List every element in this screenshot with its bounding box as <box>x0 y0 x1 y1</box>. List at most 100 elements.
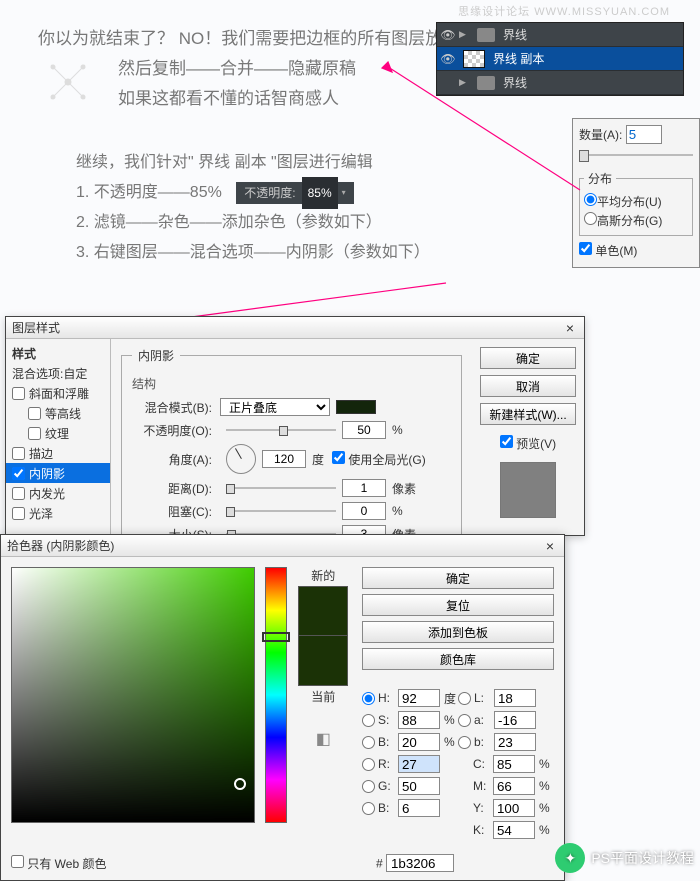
g-input[interactable] <box>398 777 440 795</box>
l-radio[interactable] <box>458 692 471 705</box>
slider-knob[interactable] <box>226 507 235 517</box>
amount-input[interactable] <box>626 125 662 144</box>
bevel-checkbox[interactable] <box>12 387 25 400</box>
reset-button[interactable]: 复位 <box>362 594 554 616</box>
cancel-button[interactable]: 取消 <box>480 375 576 397</box>
m-input[interactable] <box>493 777 535 795</box>
b2-row: B: <box>362 799 458 817</box>
opacity-chip[interactable]: 不透明度: 85% ▾ <box>236 182 353 204</box>
layers-panel[interactable]: 👁 ▶ 界线 👁 界线 副本 ▶ 界线 <box>436 22 684 96</box>
dialog-titlebar[interactable]: 图层样式 × <box>6 317 584 339</box>
hue-strip[interactable] <box>265 567 286 823</box>
dialog-titlebar[interactable]: 拾色器 (内阴影颜色) × <box>1 535 564 557</box>
preview-checkbox[interactable] <box>500 435 513 448</box>
slider-knob[interactable] <box>579 150 589 162</box>
lab-b-radio[interactable] <box>458 736 471 749</box>
gaussian-radio[interactable] <box>584 212 597 225</box>
hue-slider[interactable] <box>262 632 289 642</box>
h-radio[interactable] <box>362 692 375 705</box>
watermark: 思缘设计论坛 WWW.MISSYUAN.COM <box>458 3 670 19</box>
distance-value[interactable] <box>342 479 386 497</box>
s-input[interactable] <box>398 711 440 729</box>
shadow-color-swatch[interactable] <box>336 400 376 414</box>
satin-checkbox[interactable] <box>12 507 25 520</box>
global-light-checkbox[interactable] <box>332 451 345 464</box>
close-icon[interactable]: × <box>562 320 578 336</box>
a-radio[interactable] <box>458 714 471 727</box>
color-library-button[interactable]: 颜色库 <box>362 648 554 670</box>
choke-value[interactable] <box>342 502 386 520</box>
global-light-option[interactable]: 使用全局光(G) <box>332 451 426 468</box>
expand-icon[interactable]: ▶ <box>459 77 473 88</box>
blend-options-row[interactable]: 混合选项:自定 <box>6 363 110 383</box>
inner-glow-row[interactable]: 内发光 <box>6 483 110 503</box>
b-rgb-radio[interactable] <box>362 802 375 815</box>
layer-row-group-top[interactable]: 👁 ▶ 界线 <box>437 23 683 47</box>
inner-shadow-row[interactable]: 内阴影 <box>6 463 110 483</box>
c-input[interactable] <box>493 755 535 773</box>
satin-row[interactable]: 光泽 <box>6 503 110 523</box>
add-swatch-button[interactable]: 添加到色板 <box>362 621 554 643</box>
visibility-icon[interactable]: 👁 <box>437 52 459 66</box>
monochrome-checkbox[interactable] <box>579 242 592 255</box>
hex-input[interactable] <box>386 854 454 872</box>
web-only-option[interactable]: 只有 Web 颜色 <box>11 855 106 872</box>
color-field[interactable] <box>11 567 255 823</box>
uniform-option[interactable]: 平均分布(U) <box>584 193 688 210</box>
slider-knob[interactable] <box>279 426 288 436</box>
opacity-slider[interactable] <box>226 423 336 437</box>
g-radio[interactable] <box>362 780 375 793</box>
amount-slider[interactable] <box>579 150 693 162</box>
l-input[interactable] <box>494 689 536 707</box>
contour-row[interactable]: 等高线 <box>6 403 110 423</box>
blend-mode-select[interactable]: 正片叠底 <box>220 398 330 416</box>
stroke-checkbox[interactable] <box>12 447 25 460</box>
inner-glow-checkbox[interactable] <box>12 487 25 500</box>
s-radio[interactable] <box>362 714 375 727</box>
lab-b-input[interactable] <box>494 733 536 751</box>
ok-button[interactable]: 确定 <box>480 347 576 369</box>
expand-icon[interactable]: ▶ <box>459 29 473 40</box>
preview-option[interactable]: 预览(V) <box>500 435 556 452</box>
angle-value[interactable] <box>262 450 306 468</box>
b-label: B: <box>378 735 398 749</box>
opacity-label: 不透明度(O): <box>132 422 212 439</box>
uniform-radio[interactable] <box>584 193 597 206</box>
b-radio[interactable] <box>362 736 375 749</box>
b-rgb-input[interactable] <box>398 799 440 817</box>
inner-shadow-checkbox[interactable] <box>12 467 25 480</box>
h-input[interactable] <box>398 689 440 707</box>
visibility-icon[interactable]: 👁 <box>437 28 459 42</box>
styles-header[interactable]: 样式 <box>6 343 110 363</box>
distribution-fieldset: 分布 平均分布(U) 高斯分布(G) <box>579 170 693 236</box>
new-style-button[interactable]: 新建样式(W)... <box>480 403 576 425</box>
texture-row[interactable]: 纹理 <box>6 423 110 443</box>
monochrome-option[interactable]: 单色(M) <box>579 242 693 259</box>
close-icon[interactable]: × <box>542 538 558 554</box>
ok-button[interactable]: 确定 <box>362 567 554 589</box>
slider-knob[interactable] <box>226 484 235 494</box>
r-radio[interactable] <box>362 758 375 771</box>
a-input[interactable] <box>494 711 536 729</box>
angle-dial[interactable] <box>226 444 256 474</box>
color-cursor[interactable] <box>234 778 246 790</box>
layer-row-group-bottom[interactable]: ▶ 界线 <box>437 71 683 95</box>
gamut-warning-icon[interactable]: ◧ <box>316 729 331 749</box>
dropdown-icon[interactable]: ▾ <box>342 178 346 208</box>
texture-checkbox[interactable] <box>28 427 41 440</box>
opacity-value[interactable] <box>342 421 386 439</box>
choke-slider[interactable] <box>226 504 336 518</box>
new-label: 新的 <box>311 567 335 584</box>
r-input[interactable] <box>398 755 440 773</box>
gaussian-option[interactable]: 高斯分布(G) <box>584 212 688 229</box>
contour-checkbox[interactable] <box>28 407 41 420</box>
layer-row-copy[interactable]: 👁 界线 副本 <box>437 47 683 71</box>
current-color-swatch[interactable] <box>298 636 348 686</box>
b-hsb-input[interactable] <box>398 733 440 751</box>
k-input[interactable] <box>493 821 535 839</box>
stroke-row[interactable]: 描边 <box>6 443 110 463</box>
distance-slider[interactable] <box>226 481 336 495</box>
y-input[interactable] <box>493 799 535 817</box>
bevel-row[interactable]: 斜面和浮雕 <box>6 383 110 403</box>
web-only-checkbox[interactable] <box>11 855 24 868</box>
